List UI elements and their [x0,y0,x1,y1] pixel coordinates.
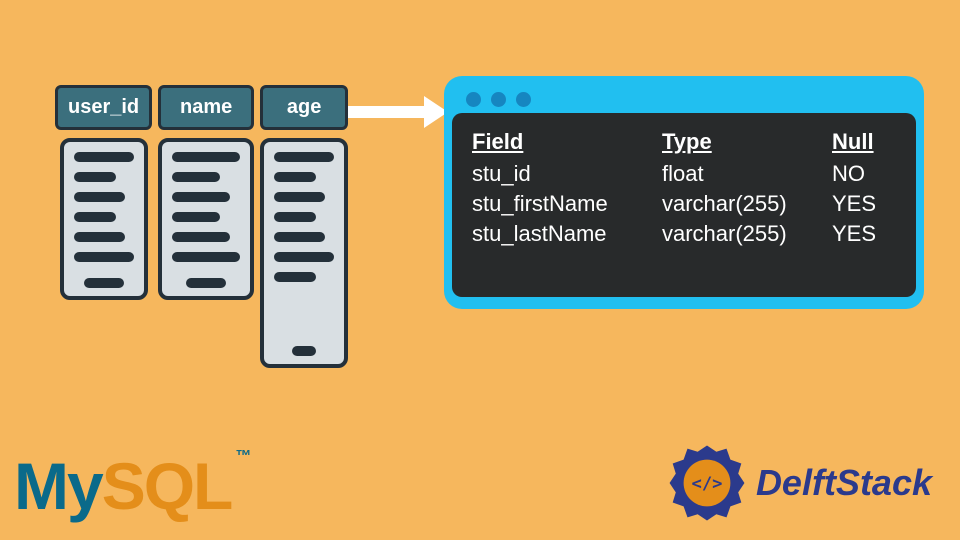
arrow-icon [348,100,448,124]
db-column-header: name [158,85,254,130]
cell-type: varchar(255) [662,191,832,217]
window-dot-icon [516,92,531,107]
cell-null: YES [832,191,902,217]
table-row: stu_lastName varchar(255) YES [472,221,896,247]
svg-text:</>: </> [691,474,722,494]
cell-field: stu_firstName [472,191,662,217]
mysql-tm: ™ [235,448,249,465]
cell-field: stu_lastName [472,221,662,247]
terminal-window: Field Type Null stu_id float NO stu_firs… [444,76,924,309]
delftstack-badge-icon: </> [668,444,746,522]
table-row: stu_id float NO [472,161,896,187]
mysql-logo: MySQL™ [14,448,249,524]
cell-null: NO [832,161,902,187]
mysql-sql: SQL [102,449,232,523]
cell-null: YES [832,221,902,247]
window-dot-icon [466,92,481,107]
header-field: Field [472,129,662,155]
db-column-name: name [158,85,254,368]
header-type: Type [662,129,832,155]
terminal-body: Field Type Null stu_id float NO stu_firs… [452,113,916,297]
db-column-body [60,138,148,300]
db-column-header: age [260,85,348,130]
table-row: stu_firstName varchar(255) YES [472,191,896,217]
window-controls [452,84,916,113]
delftstack-logo: </> DelftStack [668,444,932,522]
cell-type: float [662,161,832,187]
db-column-body [158,138,254,300]
db-column-age: age [260,85,348,368]
window-dot-icon [491,92,506,107]
table-header-row: Field Type Null [472,129,896,155]
db-column-header: user_id [55,85,152,130]
db-column-body [260,138,348,368]
db-column-user-id: user_id [55,85,152,368]
delftstack-text: DelftStack [756,462,932,504]
cell-field: stu_id [472,161,662,187]
db-table-cluster: user_id name age [55,85,348,368]
header-null: Null [832,129,902,155]
mysql-my: My [14,449,102,523]
cell-type: varchar(255) [662,221,832,247]
